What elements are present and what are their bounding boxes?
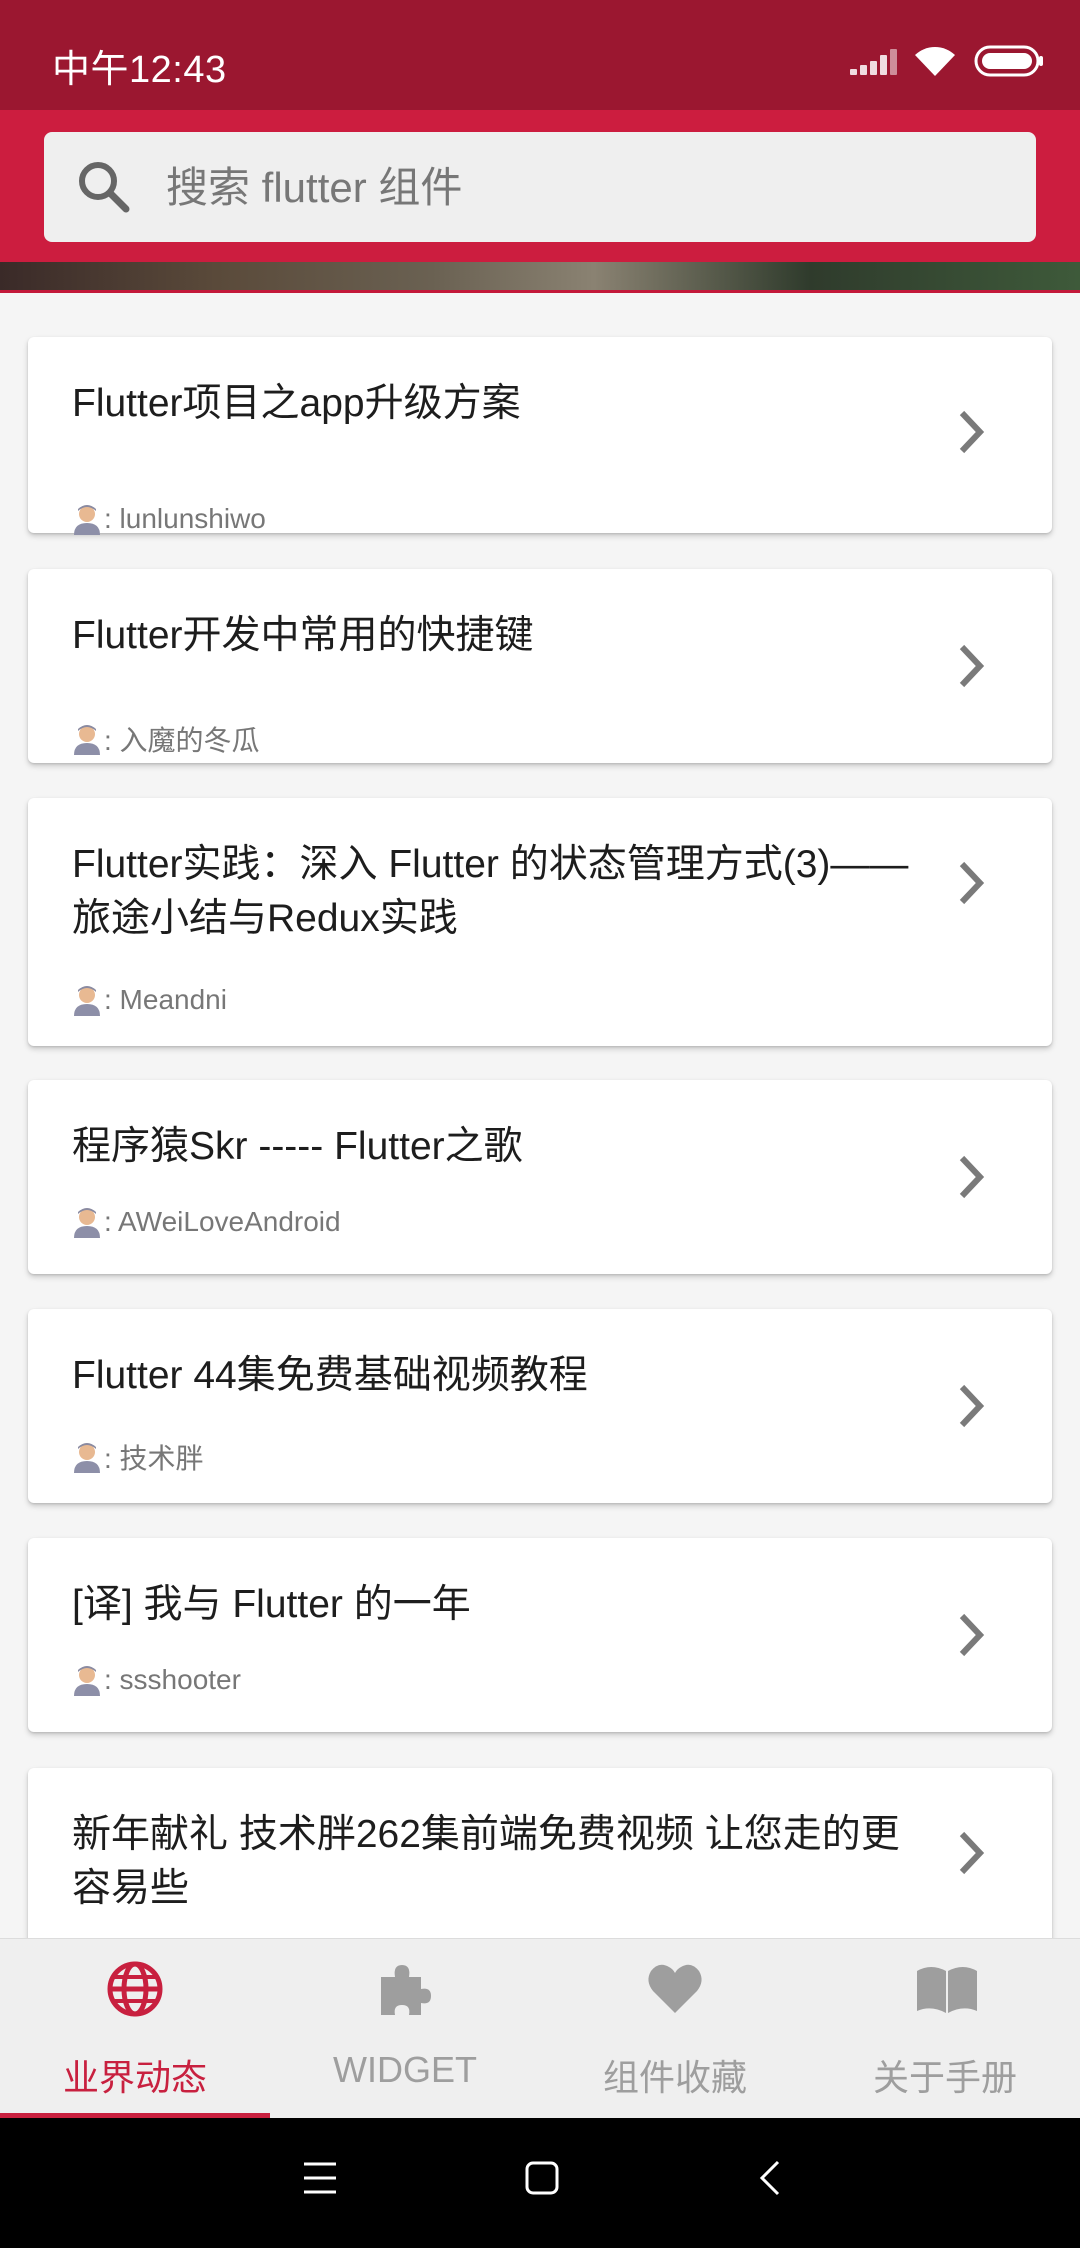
nav-label: 业界动态 xyxy=(62,2057,207,2098)
search-input[interactable] xyxy=(164,132,1008,244)
article-card[interactable]: Flutter实践：深入 Flutter 的状态管理方式(3)——旅途小结与Re… xyxy=(28,798,1052,1046)
chevron-right-icon xyxy=(956,409,986,460)
search-icon xyxy=(76,159,132,220)
status-icons xyxy=(850,44,1044,78)
article-title: Flutter实践：深入 Flutter 的状态管理方式(3)——旅途小结与Re… xyxy=(72,843,909,940)
app-header xyxy=(0,110,1080,293)
banner-image-strip xyxy=(0,262,1080,293)
nav-label: 关于手册 xyxy=(872,2057,1017,2098)
nav-tab-industry-news[interactable]: 业界动态 xyxy=(0,1939,270,2119)
search-box[interactable] xyxy=(44,132,1036,244)
status-time: 中午12:43 xyxy=(52,49,227,91)
article-title: 程序猿Skr ----- Flutter之歌 xyxy=(72,1125,523,1168)
author-avatar-icon xyxy=(72,1664,102,1696)
article-author-name: : 技术胖 xyxy=(104,1443,204,1474)
article-list[interactable]: Flutter项目之app升级方案 : lunlunshiwo Flutter开… xyxy=(0,293,1080,1938)
article-author-name: : lunlunshiwo xyxy=(104,503,266,534)
article-author: : AWeiLoveAndroid xyxy=(72,1206,341,1238)
author-avatar-icon xyxy=(72,1441,102,1473)
article-title: Flutter 44集免费基础视频教程 xyxy=(72,1354,588,1397)
article-card[interactable]: 新年献礼 技术胖262集前端免费视频 让您走的更容易些 xyxy=(28,1768,1052,1938)
system-navigation-bar xyxy=(0,2118,1080,2248)
article-author-name: : 入魔的冬瓜 xyxy=(104,725,260,756)
back-icon[interactable] xyxy=(756,2158,784,2203)
article-author-name: : ssshooter xyxy=(104,1664,241,1695)
wifi-icon xyxy=(914,44,956,78)
chevron-right-icon xyxy=(956,1154,986,1205)
chevron-right-icon xyxy=(956,1830,986,1881)
puzzle-icon xyxy=(375,1959,435,2024)
nav-tab-widget[interactable]: WIDGET xyxy=(270,1939,540,2119)
article-card[interactable]: Flutter项目之app升级方案 : lunlunshiwo xyxy=(28,337,1052,535)
author-avatar-icon xyxy=(72,723,102,755)
bottom-navigation: 业界动态 WIDGET 组件收藏 关于手册 xyxy=(0,1938,1080,2119)
signal-icon xyxy=(850,47,897,75)
article-card[interactable]: 程序猿Skr ----- Flutter之歌 : AWeiLoveAndroid xyxy=(28,1080,1052,1274)
home-icon[interactable] xyxy=(524,2158,560,2203)
article-card[interactable]: Flutter 44集免费基础视频教程 : 技术胖 xyxy=(28,1309,1052,1503)
article-title: Flutter开发中常用的快捷键 xyxy=(72,614,534,657)
status-bar: 中午12:43 xyxy=(0,0,1080,110)
article-author-name: : AWeiLoveAndroid xyxy=(104,1206,341,1237)
author-avatar-icon xyxy=(72,503,102,535)
battery-icon xyxy=(974,45,1044,77)
chevron-right-icon xyxy=(956,1612,986,1663)
author-avatar-icon xyxy=(72,984,102,1016)
book-icon xyxy=(915,1959,979,2024)
globe-icon xyxy=(105,1959,165,2024)
chevron-right-icon xyxy=(956,860,986,911)
chevron-right-icon xyxy=(956,1383,986,1434)
menu-icon[interactable] xyxy=(302,2158,338,2203)
article-title: 新年献礼 技术胖262集前端免费视频 让您走的更容易些 xyxy=(72,1813,900,1910)
nav-label: 组件收藏 xyxy=(602,2057,747,2098)
article-author: : ssshooter xyxy=(72,1664,241,1696)
article-author: : lunlunshiwo xyxy=(72,503,266,535)
nav-label: WIDGET xyxy=(333,2049,477,2090)
article-author: : 入魔的冬瓜 xyxy=(72,719,260,759)
author-avatar-icon xyxy=(72,1206,102,1238)
article-card[interactable]: [译] 我与 Flutter 的一年 : ssshooter xyxy=(28,1538,1052,1732)
article-card[interactable]: Flutter开发中常用的快捷键 : 入魔的冬瓜 xyxy=(28,569,1052,763)
chevron-right-icon xyxy=(956,643,986,694)
article-author: : Meandni xyxy=(72,984,227,1016)
article-title: [译] 我与 Flutter 的一年 xyxy=(72,1583,471,1626)
nav-tab-favorites[interactable]: 组件收藏 xyxy=(540,1939,810,2119)
article-author: : 技术胖 xyxy=(72,1437,204,1477)
nav-tab-about[interactable]: 关于手册 xyxy=(810,1939,1080,2119)
heart-icon xyxy=(645,1959,705,2024)
article-title: Flutter项目之app升级方案 xyxy=(72,382,521,425)
article-author-name: : Meandni xyxy=(104,984,227,1015)
